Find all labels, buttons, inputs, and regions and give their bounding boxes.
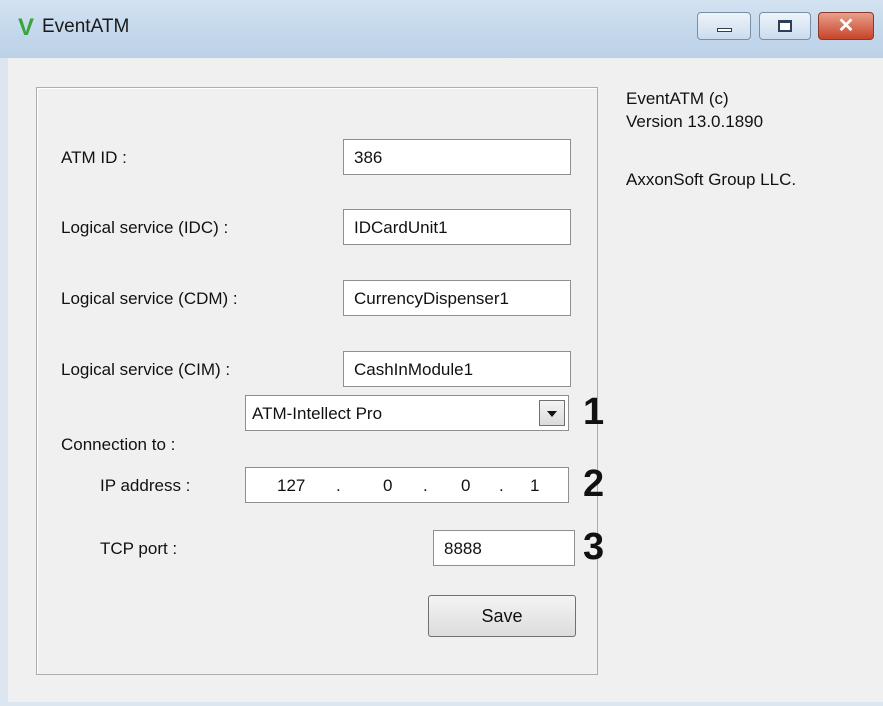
close-icon: ✕: [837, 15, 855, 37]
product-name: EventATM (c): [626, 89, 729, 108]
window-bottom-border: [0, 702, 883, 706]
minimize-button[interactable]: [697, 12, 751, 40]
atm-id-label: ATM ID :: [61, 148, 127, 167]
client-area: ATM ID : 386 Logical service (IDC) : IDC…: [8, 58, 883, 702]
idc-label: Logical service (IDC) :: [61, 218, 229, 237]
settings-group: ATM ID : 386 Logical service (IDC) : IDC…: [36, 87, 598, 675]
cim-field[interactable]: CashInModule1: [343, 351, 571, 387]
ip-octet-4: 1: [530, 476, 540, 495]
ip-octet-1: 127: [277, 476, 306, 495]
window-title: EventATM: [42, 16, 130, 37]
idc-field[interactable]: IDCardUnit1: [343, 209, 571, 245]
ip-label: IP address :: [100, 476, 191, 495]
ip-octet-3: 0: [461, 476, 471, 495]
product-version: Version 13.0.1890: [626, 112, 764, 131]
ip-dot-1: .: [336, 476, 341, 495]
marker-2: 2: [583, 463, 605, 505]
title-bar[interactable]: V EventATM ✕: [0, 0, 883, 58]
marker-1: 1: [583, 391, 605, 433]
cim-label: Logical service (CIM) :: [61, 360, 231, 379]
marker-3: 3: [583, 526, 605, 568]
ip-octet-2: 0: [383, 476, 393, 495]
ip-dot-2: .: [423, 476, 428, 495]
atm-id-field[interactable]: 386: [343, 139, 571, 175]
tcp-port-field[interactable]: 8888: [433, 530, 575, 566]
connection-label: Connection to :: [61, 435, 176, 454]
cdm-label: Logical service (CDM) :: [61, 289, 238, 308]
cdm-field[interactable]: CurrencyDispenser1: [343, 280, 571, 316]
app-icon: V: [18, 14, 35, 41]
maximize-icon: [778, 20, 792, 32]
connection-select[interactable]: ATM-Intellect Pro: [245, 395, 569, 431]
save-button[interactable]: Save: [428, 595, 576, 637]
maximize-button[interactable]: [759, 12, 811, 40]
close-button[interactable]: ✕: [818, 12, 874, 40]
ip-dot-3: .: [499, 476, 504, 495]
chevron-down-icon[interactable]: [539, 400, 565, 426]
tcp-port-label: TCP port :: [100, 539, 178, 558]
minimize-icon: [717, 28, 732, 32]
connection-selected-value: ATM-Intellect Pro: [252, 404, 383, 423]
ip-address-field[interactable]: 127 . 0 . 0 . 1: [245, 467, 569, 503]
app-window: V EventATM ✕ ATM ID : 386 Logical servic…: [0, 0, 883, 706]
company-name: AxxonSoft Group LLC.: [626, 170, 797, 189]
